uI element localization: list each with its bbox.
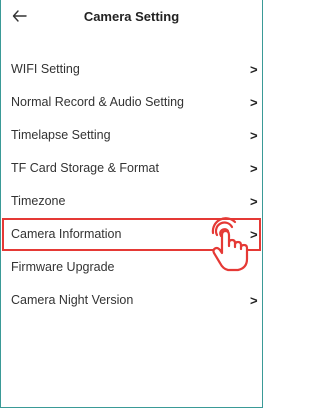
- menu-item-label: Normal Record & Audio Setting: [11, 95, 185, 109]
- chevron-right-icon: >: [250, 161, 258, 176]
- menu-item-label: WIFI Setting: [11, 62, 80, 76]
- menu-item-label: Camera Night Version: [11, 293, 134, 307]
- tap-hand-icon: [204, 213, 260, 273]
- menu-item-label: TF Card Storage & Format: [11, 161, 159, 175]
- header-bar: Camera Setting: [0, 0, 263, 36]
- chevron-right-icon: >: [250, 293, 258, 308]
- menu-item-label: Timelapse Setting: [11, 128, 111, 142]
- menu-item-camera-night-version[interactable]: Camera Night Version >: [0, 284, 263, 317]
- menu-item-label: Firmware Upgrade: [11, 260, 115, 274]
- menu-item-timelapse-setting[interactable]: Timelapse Setting >: [0, 119, 263, 152]
- menu-item-label: Camera Information: [11, 227, 122, 241]
- chevron-right-icon: >: [250, 62, 258, 77]
- chevron-right-icon: >: [250, 95, 258, 110]
- page-title: Camera Setting: [83, 9, 180, 24]
- menu-item-normal-record-audio[interactable]: Normal Record & Audio Setting >: [0, 86, 263, 119]
- chevron-right-icon: >: [250, 128, 258, 143]
- menu-item-wifi-setting[interactable]: WIFI Setting >: [0, 53, 263, 86]
- menu-item-tf-card-storage[interactable]: TF Card Storage & Format >: [0, 152, 263, 185]
- menu-item-label: Timezone: [11, 194, 66, 208]
- settings-list: WIFI Setting > Normal Record & Audio Set…: [0, 53, 263, 317]
